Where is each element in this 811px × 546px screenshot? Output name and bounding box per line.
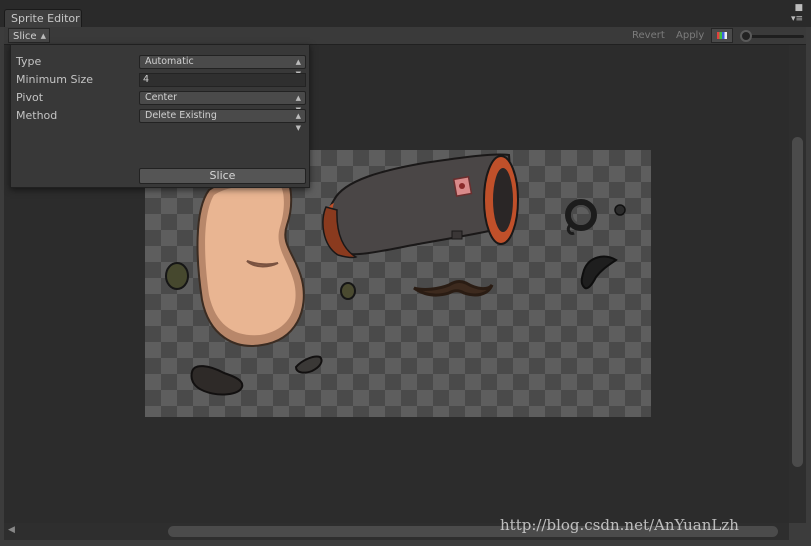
zoom-slider-thumb[interactable]	[740, 30, 752, 42]
method-label: Method	[16, 109, 58, 122]
tab-sprite-editor[interactable]: Sprite Editor	[4, 9, 82, 27]
pivot-label: Pivot	[16, 91, 44, 104]
pivot-value: Center	[145, 92, 177, 103]
dark-blob-sprite	[165, 262, 189, 290]
window-controls: ■ ▾≡	[791, 4, 803, 24]
apply-button[interactable]: Apply	[676, 27, 704, 44]
vertical-scrollbar[interactable]	[789, 45, 806, 523]
cannon-sprite	[322, 153, 519, 259]
method-dropdown[interactable]: Delete Existing ▲ ▼	[139, 109, 306, 132]
revert-button[interactable]: Revert	[632, 27, 665, 44]
tab-strip: Sprite Editor ■ ▾≡	[0, 0, 811, 27]
editor-toolbar: Slice ▲▼ Revert Apply	[4, 27, 806, 55]
color-channel-icon	[717, 32, 727, 39]
color-channel-button[interactable]	[711, 28, 733, 43]
type-dropdown[interactable]: Automatic ▲▼	[139, 55, 306, 78]
mode-label: Slice	[13, 31, 37, 42]
arm-sprite	[196, 176, 305, 347]
pebble-sprite	[294, 355, 323, 374]
minimum-size-field[interactable]: 4	[139, 73, 306, 87]
mode-dropdown[interactable]: Slice ▲▼	[8, 28, 50, 55]
watermark: http://blog.csdn.net/AnYuanLzh	[500, 516, 739, 534]
mustache-sprite	[413, 280, 494, 297]
sprite-editor-window: Sprite Editor ■ ▾≡ Slice ▲▼ Revert Apply	[0, 0, 811, 546]
hook-sprite	[580, 255, 618, 290]
vertical-scroll-thumb[interactable]	[792, 137, 803, 467]
minimum-size-label: Minimum Size	[16, 73, 94, 86]
chevron-updown-icon: ▲▼	[295, 112, 301, 132]
maximize-icon[interactable]: ■	[791, 4, 803, 13]
zoom-slider-track[interactable]	[744, 35, 804, 38]
scroll-left-icon[interactable]: ◀	[8, 525, 15, 535]
shoe-sprite	[190, 365, 244, 396]
slice-settings-panel: Type Automatic ▲▼ Minimum Size 4 Pivot C…	[10, 44, 310, 188]
monocle-sprite	[565, 199, 626, 235]
type-value: Automatic	[145, 56, 194, 67]
method-value: Delete Existing	[145, 110, 217, 121]
small-blob-sprite	[340, 282, 356, 300]
tab-menu-icon[interactable]: ▾≡	[791, 15, 803, 24]
pivot-dropdown[interactable]: Center ▲▼	[139, 91, 306, 114]
type-label: Type	[16, 55, 42, 68]
slice-button[interactable]: Slice	[139, 168, 306, 184]
